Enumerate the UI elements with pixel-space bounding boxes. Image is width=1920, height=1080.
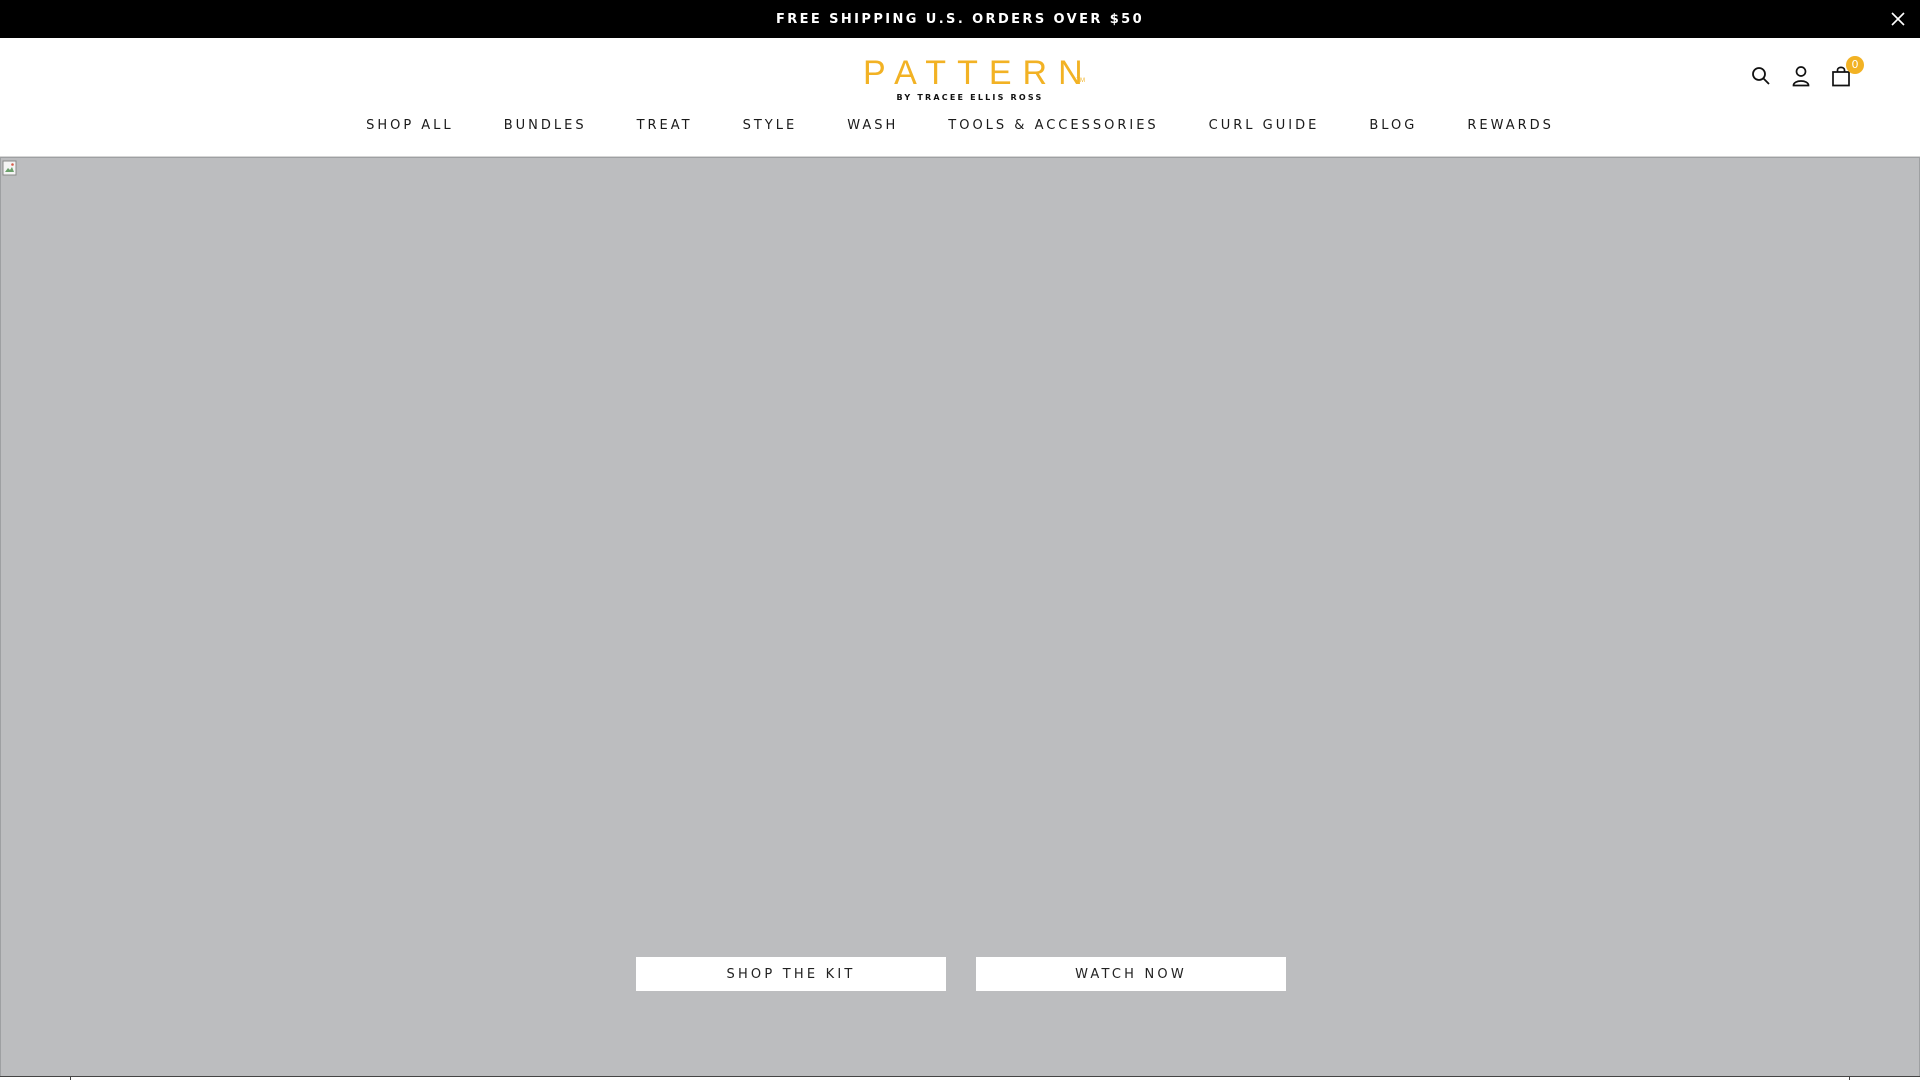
nav-item-blog[interactable]: BLOG <box>1369 118 1417 133</box>
announcement-text: FREE SHIPPING U.S. ORDERS OVER $50 <box>775 11 1145 27</box>
logo-trademark: TM <box>1076 78 1085 84</box>
close-icon[interactable] <box>1888 9 1908 29</box>
logo-tagline: BY TRACEE ELLIS ROSS <box>896 93 1044 102</box>
nav-item-wash[interactable]: WASH <box>847 118 898 133</box>
site-header: PATTERN BY TRACEE ELLIS ROSS TM 0 SHOP A… <box>0 38 1920 157</box>
account-icon[interactable] <box>1790 64 1812 88</box>
logo-wordmark: PATTERN <box>863 54 1094 92</box>
nav-item-bundles[interactable]: BUNDLES <box>504 118 587 133</box>
nav-item-style[interactable]: STYLE <box>743 118 798 133</box>
announcement-bar: FREE SHIPPING U.S. ORDERS OVER $50 <box>0 0 1920 38</box>
search-icon[interactable] <box>1750 64 1772 88</box>
header-icons: 0 <box>1750 56 1864 88</box>
cart-count-badge: 0 <box>1846 56 1864 74</box>
cart-icon[interactable]: 0 <box>1830 56 1864 88</box>
watch-now-button[interactable]: WATCH NOW <box>976 957 1286 991</box>
main-nav: SHOP ALL BUNDLES TREAT STYLE WASH TOOLS … <box>0 118 1920 133</box>
shop-the-kit-button[interactable]: SHOP THE KIT <box>636 957 946 991</box>
brand-logo[interactable]: PATTERN BY TRACEE ELLIS ROSS TM <box>855 56 1085 102</box>
nav-item-treat[interactable]: TREAT <box>637 118 693 133</box>
hero-banner: SHOP THE KIT WATCH NOW <box>0 157 1920 1077</box>
broken-image-icon <box>2 160 18 176</box>
nav-item-shop-all[interactable]: SHOP ALL <box>366 118 454 133</box>
nav-item-rewards[interactable]: REWARDS <box>1467 118 1554 133</box>
nav-item-curl-guide[interactable]: CURL GUIDE <box>1209 118 1320 133</box>
section-divider <box>0 1076 1920 1080</box>
nav-item-tools-accessories[interactable]: TOOLS & ACCESSORIES <box>948 118 1158 133</box>
